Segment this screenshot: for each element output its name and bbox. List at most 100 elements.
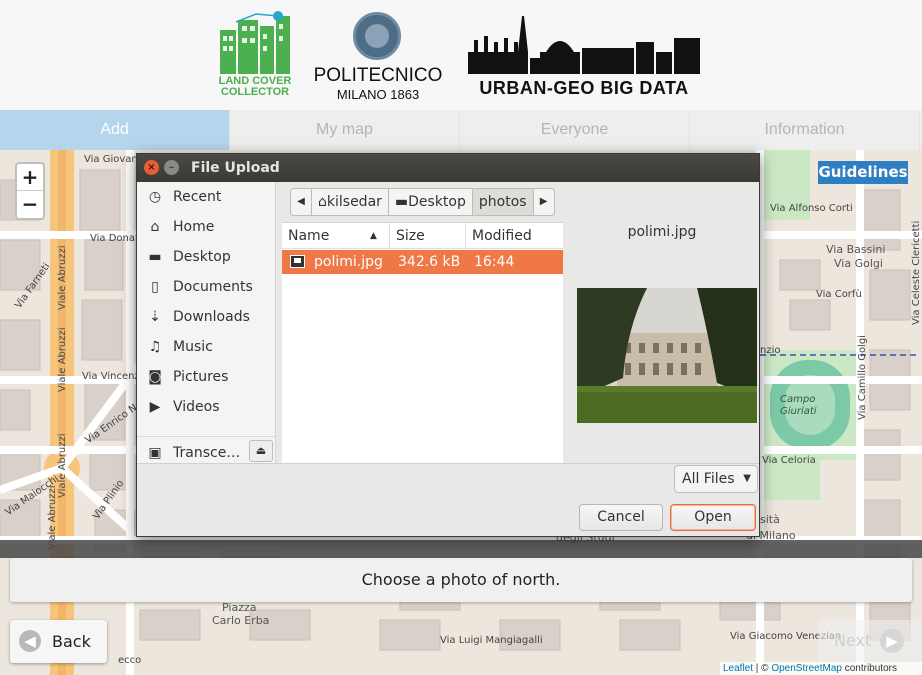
leaflet-link[interactable]: Leaflet [723,663,753,674]
street-label: Via Bassini [826,243,886,256]
map-dim-overlay [0,540,922,558]
document-icon: ▯ [151,279,159,295]
folder-icon: ▬ [148,249,162,265]
openstreetmap-link[interactable]: OpenStreetMap [771,663,842,674]
street-label: Via Camillo Golgi [857,335,868,420]
polimi-name: POLITECNICO [313,65,443,86]
file-filter-select[interactable]: All Files ▼ [674,465,758,493]
camera-icon: ◙ [148,369,162,385]
column-size[interactable]: Size [390,223,466,249]
sidebar-item-pictures[interactable]: ◙ Pictures [137,362,275,392]
path-bar: ◀ ⌂kilsedar ▬Desktop photos ▶ [290,188,555,216]
sidebar-separator [137,436,275,437]
music-icon: ♫ [148,339,162,355]
sidebar-item-desktop[interactable]: ▬ Desktop [137,242,275,272]
tab-add[interactable]: Add [0,110,230,150]
video-icon: ▶ [149,399,161,415]
places-sidebar: ◷ Recent ⌂ Home ▬ Desktop ▯ Documents ⇣ … [137,182,276,463]
city-skyline-icon [468,16,700,74]
street-label: Via Golgi [834,257,883,270]
polimi-seal-icon [353,12,401,60]
close-icon[interactable]: × [144,160,159,175]
arrow-left-icon: ◀ [19,630,41,652]
sidebar-item-documents[interactable]: ▯ Documents [137,272,275,302]
main-tabs: Add My map Everyone Information [0,110,922,150]
file-list-header: Name ▲ Size Modified [282,223,563,249]
tab-everyone[interactable]: Everyone [460,110,690,150]
park-label: Giuriati [780,406,817,417]
sidebar-item-music[interactable]: ♫ Music [137,332,275,362]
arrow-right-icon: ▶ [880,629,904,653]
street-label: Viale Abruzzi [57,327,68,392]
street-label: Via Celoria [762,455,816,466]
back-button[interactable]: ◀ Back [10,620,107,663]
street-label: Via Celeste Clericetti [911,220,922,325]
home-icon: ⌂ [318,194,327,210]
path-segment-photos[interactable]: photos [471,188,534,216]
open-button[interactable]: Open [670,504,756,531]
lcc-logo-text: LAND COVER COLLECTOR [218,75,292,98]
urban-geo-big-data-logo: URBAN-GEO BIG DATA [466,12,702,100]
dialog-titlebar[interactable]: × – File Upload [137,154,759,182]
path-forward-arrow-icon[interactable]: ▶ [532,188,555,216]
street-label: ecco [118,655,142,666]
sidebar-item-downloads[interactable]: ⇣ Downloads [137,302,275,332]
clock-icon: ◷ [148,189,162,205]
next-button[interactable]: Next ▶ [818,620,922,662]
place-label: sità [760,513,780,526]
drive-icon: ▣ [148,445,162,461]
zoom-in-button[interactable]: + [17,164,43,191]
file-row-selected[interactable]: polimi.jpg 342.6 kB 16:44 [282,250,563,274]
sidebar-item-videos[interactable]: ▶ Videos [137,392,275,422]
land-cover-collector-logo: LAND COVER COLLECTOR [216,10,294,102]
preview-filename: polimi.jpg [627,224,697,240]
preview-photo-graphic [577,288,757,423]
column-name[interactable]: Name ▲ [282,223,390,249]
folder-icon: ▬ [394,194,409,210]
preview-pane: polimi.jpg [564,216,760,463]
file-list: Name ▲ Size Modified polimi.jpg 342.6 kB … [282,222,563,463]
instruction-banner: Choose a photo of north. [10,558,912,602]
home-icon: ⌂ [150,219,160,235]
image-file-icon [290,255,305,268]
path-back-arrow-icon[interactable]: ◀ [290,188,312,216]
app-header: LAND COVER COLLECTOR POLITECNICO MILANO … [0,0,922,110]
sidebar-item-recent[interactable]: ◷ Recent [137,182,275,212]
place-label: Piazza [222,601,257,614]
guidelines-button[interactable]: Guidelines [818,161,908,184]
path-segment-desktop[interactable]: ▬Desktop [387,188,473,216]
map-attribution: Leaflet | © OpenStreetMap contributors [720,662,922,675]
download-icon: ⇣ [149,309,161,325]
file-size: 342.6 kB [398,254,461,270]
street-label: Viale Abruzzi [57,245,68,310]
tab-my-map[interactable]: My map [230,110,460,150]
street-label: nzio [760,345,781,356]
cancel-button[interactable]: Cancel [579,504,663,531]
park-label: Campo [780,394,816,405]
column-modified[interactable]: Modified [466,223,563,249]
street-label: Viale Abruzzi [57,433,68,498]
tab-information[interactable]: Information [690,110,920,150]
next-label: Next [834,631,872,650]
file-name: polimi.jpg [314,254,383,270]
dialog-title: File Upload [191,160,280,176]
back-label: Back [52,632,91,651]
street-label: Via Luigi Mangiagalli [440,635,543,646]
eject-icon[interactable]: ⏏ [249,440,273,462]
zoom-control: + − [15,162,45,220]
file-modified: 16:44 [474,254,515,270]
sort-ascending-icon: ▲ [370,231,377,241]
urban-geo-logo-text: URBAN-GEO BIG DATA [479,78,689,98]
minimize-icon[interactable]: – [164,160,179,175]
street-label: Via Alfonso Corti [770,203,853,214]
path-segment-home[interactable]: ⌂kilsedar [311,188,389,216]
polimi-subtitle: MILANO 1863 [336,87,420,102]
politecnico-logo: POLITECNICO MILANO 1863 [312,12,444,102]
zoom-out-button[interactable]: − [17,191,43,218]
land-cover-collector-building-graphic [220,11,290,74]
place-label: Carlo Erba [212,614,270,627]
sidebar-item-home[interactable]: ⌂ Home [137,212,275,242]
dialog-separator [137,463,759,464]
chevron-down-icon: ▼ [743,473,751,484]
sidebar-item-transcend[interactable]: ▣ Transce… [137,438,245,463]
